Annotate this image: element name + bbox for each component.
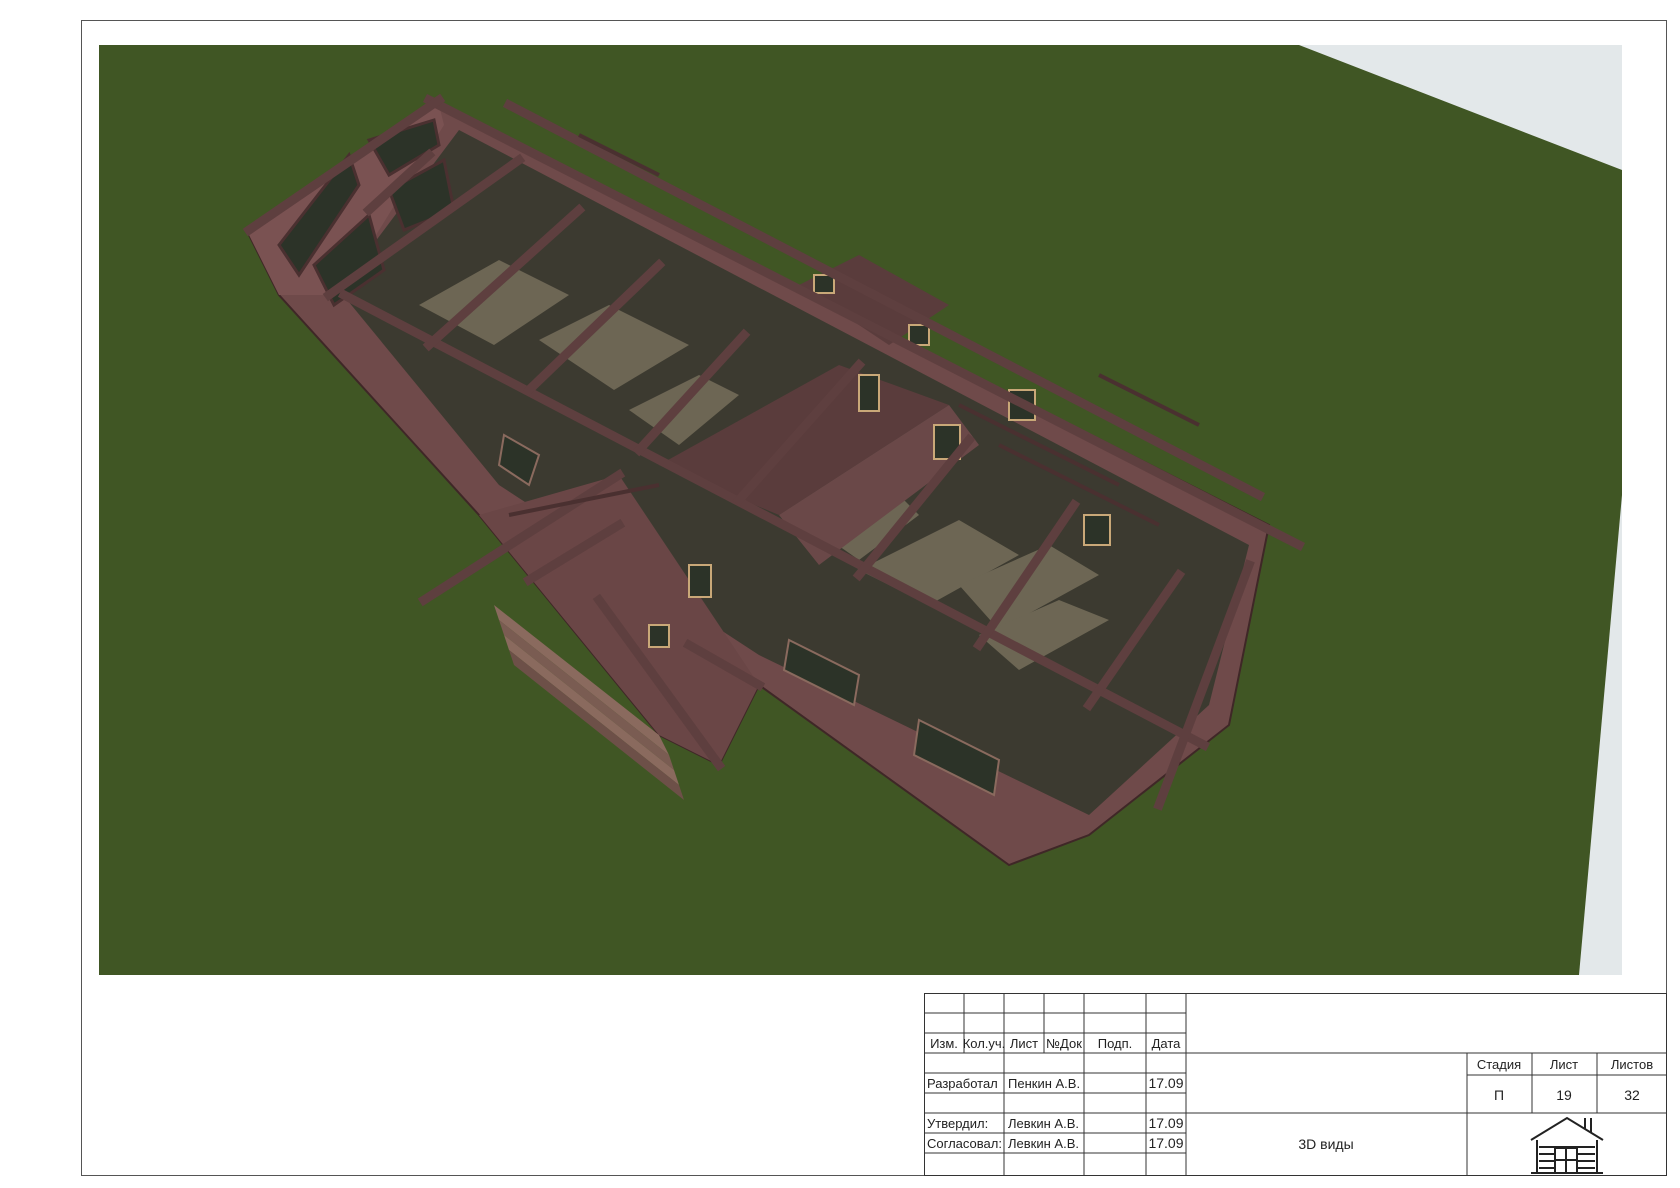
stage-value: П	[1494, 1087, 1504, 1103]
header-list: Лист	[1010, 1036, 1038, 1051]
name-agreed: Левкин А.В.	[1008, 1136, 1079, 1151]
role-developed: Разработал	[927, 1076, 998, 1091]
role-approved: Утвердил:	[927, 1116, 988, 1131]
side-window	[813, 274, 835, 294]
side-window	[648, 624, 670, 648]
header-data: Дата	[1152, 1036, 1182, 1051]
sheet-header: Лист	[1550, 1057, 1578, 1072]
log-house-icon	[1530, 1116, 1604, 1174]
sheets-header: Листов	[1611, 1057, 1653, 1072]
title-block-grid: Изм. Кол.уч. Лист №Док Подп. Дата Разраб…	[924, 993, 1667, 1176]
house-3d-render	[99, 45, 1622, 975]
name-approved: Левкин А.В.	[1008, 1116, 1079, 1131]
role-agreed: Согласовал:	[927, 1136, 1002, 1151]
header-podp: Подп.	[1098, 1036, 1133, 1051]
date-approved: 17.09	[1148, 1115, 1183, 1131]
sheets-value: 32	[1624, 1087, 1640, 1103]
header-izm: Изм.	[930, 1036, 958, 1051]
side-window	[1083, 514, 1111, 546]
sheet-title: 3D виды	[1298, 1136, 1353, 1152]
side-window	[858, 374, 880, 412]
date-developed: 17.09	[1148, 1075, 1183, 1091]
date-agreed: 17.09	[1148, 1135, 1183, 1151]
header-kol-uch: Кол.уч.	[963, 1036, 1006, 1051]
side-window	[688, 564, 712, 598]
name-developed: Пенкин А.В.	[1008, 1076, 1080, 1091]
3d-render-view	[99, 45, 1622, 975]
header-doc-no: №Док	[1046, 1036, 1082, 1051]
stage-header: Стадия	[1477, 1057, 1521, 1072]
title-block: Изм. Кол.уч. Лист №Док Подп. Дата Разраб…	[924, 993, 1667, 1176]
sheet-value: 19	[1556, 1087, 1572, 1103]
